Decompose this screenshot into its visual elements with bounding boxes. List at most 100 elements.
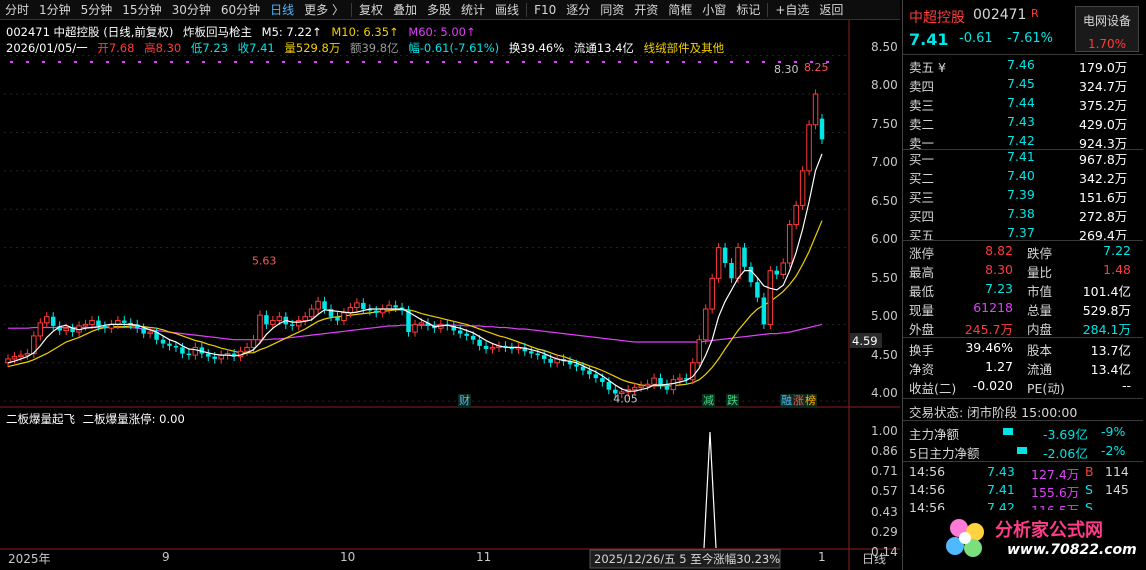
toolbar-item-0[interactable]: 分时	[0, 0, 34, 20]
signal-dot	[698, 61, 701, 63]
toolbar-item-2[interactable]: 5分钟	[76, 0, 118, 20]
toolbar-item-6[interactable]: 日线	[265, 0, 299, 20]
candle-body-down	[373, 310, 379, 313]
signal-dot	[442, 61, 445, 63]
sub-spike-line	[703, 431, 717, 549]
event-tag[interactable]: 跌	[726, 394, 739, 407]
chart-title-row: 002471 中超控股 (日线,前复权) 炸板回马枪主 M5: 7.22↑ M1…	[6, 24, 482, 40]
signal-dot	[410, 61, 413, 63]
toolbar-item-10[interactable]: 多股	[422, 0, 456, 20]
volume-label: 量529.8万	[284, 41, 341, 55]
trade-status: 交易状态: 闭市阶段 15:00:00	[909, 405, 1078, 420]
x-tick: 1	[818, 550, 826, 564]
candle-body-down	[587, 370, 592, 375]
ask-volume: 324.7万	[1079, 79, 1128, 94]
toolbar-item-4[interactable]: 30分钟	[167, 0, 216, 20]
sub-title-1: 二板爆量起飞	[6, 412, 75, 426]
stat-label: PE(动)	[1027, 381, 1065, 396]
candle-body-down	[761, 297, 767, 325]
toolbar-item-20[interactable]: +自选	[770, 0, 814, 20]
signal-dot	[602, 61, 605, 63]
ask-price: 7.45	[1007, 76, 1035, 91]
candle-body-down	[102, 325, 108, 329]
period-toolbar: 分时 1分钟 5分钟 15分钟 30分钟 60分钟 日线 更多 〉复权 叠加 多股 统计 画线 F10 逐…	[0, 0, 900, 20]
toolbar-item-8[interactable]: 复权	[354, 0, 388, 20]
panel-divider	[903, 337, 1143, 338]
candle-body-up	[276, 316, 283, 322]
signal-dot	[202, 61, 205, 63]
candle-body-down	[50, 316, 56, 326]
bid-label: 买一	[909, 152, 935, 167]
toolbar-item-13[interactable]: F10	[529, 0, 561, 20]
candle-body-down	[457, 330, 463, 334]
change-label: 幅-0.61(-7.61%)	[408, 41, 500, 55]
toolbar-item-14[interactable]: 逐分	[561, 0, 595, 20]
toolbar-item-21[interactable]: 返回	[814, 0, 848, 20]
candle-body-down	[406, 310, 411, 333]
signal-dot	[314, 61, 317, 63]
bid-price: 7.41	[1007, 149, 1035, 164]
tick-count: 114	[1105, 464, 1129, 479]
price-marker: 4.59	[852, 334, 878, 348]
event-tag[interactable]: 财	[458, 394, 471, 407]
toolbar-item-19[interactable]: 标记	[731, 0, 765, 20]
candle-body-down	[535, 353, 541, 356]
signal-dot	[554, 61, 557, 63]
sub-tick: 0.86	[871, 444, 898, 458]
stat-value: 13.4亿	[1090, 362, 1131, 377]
bid-label: 买四	[909, 209, 935, 224]
toolbar-item-1[interactable]: 1分钟	[34, 0, 76, 20]
toolbar-item-11[interactable]: 统计	[456, 0, 490, 20]
candle-body-up	[63, 327, 69, 332]
signal-dot	[250, 61, 253, 63]
toolbar-item-7[interactable]: 更多 〉	[299, 0, 349, 20]
turnover-label: 换39.46%	[508, 41, 565, 55]
event-tag[interactable]: 减	[702, 394, 715, 407]
candle-body-down	[160, 339, 166, 344]
ask-price: 7.42	[1007, 133, 1035, 148]
kline-chart[interactable]: 5.63 4.05 8.30 8.25 2025/12/26/五 5 至今涨幅30.23…	[0, 20, 900, 570]
candle-body-up	[812, 93, 819, 126]
candle-body-up	[670, 379, 677, 391]
candle-body-up	[257, 314, 263, 341]
toolbar-item-12[interactable]: 画线	[490, 0, 524, 20]
panel-divider	[903, 54, 1143, 55]
chart-area[interactable]: 5.63 4.05 8.30 8.25 2025/12/26/五 5 至今涨幅30.23…	[0, 20, 900, 570]
bid-label: 买二	[909, 171, 935, 186]
toolbar-item-9[interactable]: 叠加	[388, 0, 422, 20]
signal-dot	[298, 61, 301, 63]
candle-body-down	[322, 301, 327, 310]
price-tick: 4.00	[871, 386, 898, 400]
candle-body-up	[315, 300, 321, 310]
stat-value: 7.22	[1103, 243, 1131, 258]
toolbar-item-5[interactable]: 60分钟	[216, 0, 265, 20]
price-tick: 5.50	[871, 271, 898, 285]
signal-dot	[362, 61, 365, 63]
stat-row: 外盘 245.7万 内盘 284.1万	[903, 318, 1143, 337]
indicator-name[interactable]: 炸板回马枪主	[183, 25, 252, 39]
candle-body-down	[729, 262, 734, 279]
signal-dot	[762, 61, 765, 63]
panel-divider	[903, 461, 1143, 462]
sector-tag-label[interactable]: 线绒部件及其他	[644, 41, 725, 55]
toolbar-item-18[interactable]: 小窗	[697, 0, 731, 20]
toolbar-separator	[526, 2, 528, 17]
high-label: 高8.30	[144, 41, 182, 55]
last-price: 7.41	[909, 30, 949, 49]
toolbar-item-3[interactable]: 15分钟	[117, 0, 166, 20]
candle-body-up	[341, 312, 347, 322]
toolbar-item-15[interactable]: 同资	[595, 0, 629, 20]
signal-dot	[330, 61, 333, 63]
flow-label: 主力净额	[909, 427, 960, 442]
candle-body-down	[167, 343, 172, 346]
toolbar-separator	[350, 2, 352, 17]
toolbar-item-17[interactable]: 简框	[663, 0, 697, 20]
event-tag[interactable]: 榜	[804, 394, 817, 407]
bid-row: 买三 7.39 151.6万	[903, 186, 1143, 205]
tick-time: 14:56	[909, 464, 946, 479]
price-tick: 5.00	[871, 309, 898, 323]
candle-body-up	[379, 308, 386, 314]
cursor-label: 2025/12/26/五 5 至今涨幅30.23%	[594, 552, 780, 566]
toolbar-item-16[interactable]: 开资	[629, 0, 663, 20]
signal-dot	[618, 61, 621, 63]
